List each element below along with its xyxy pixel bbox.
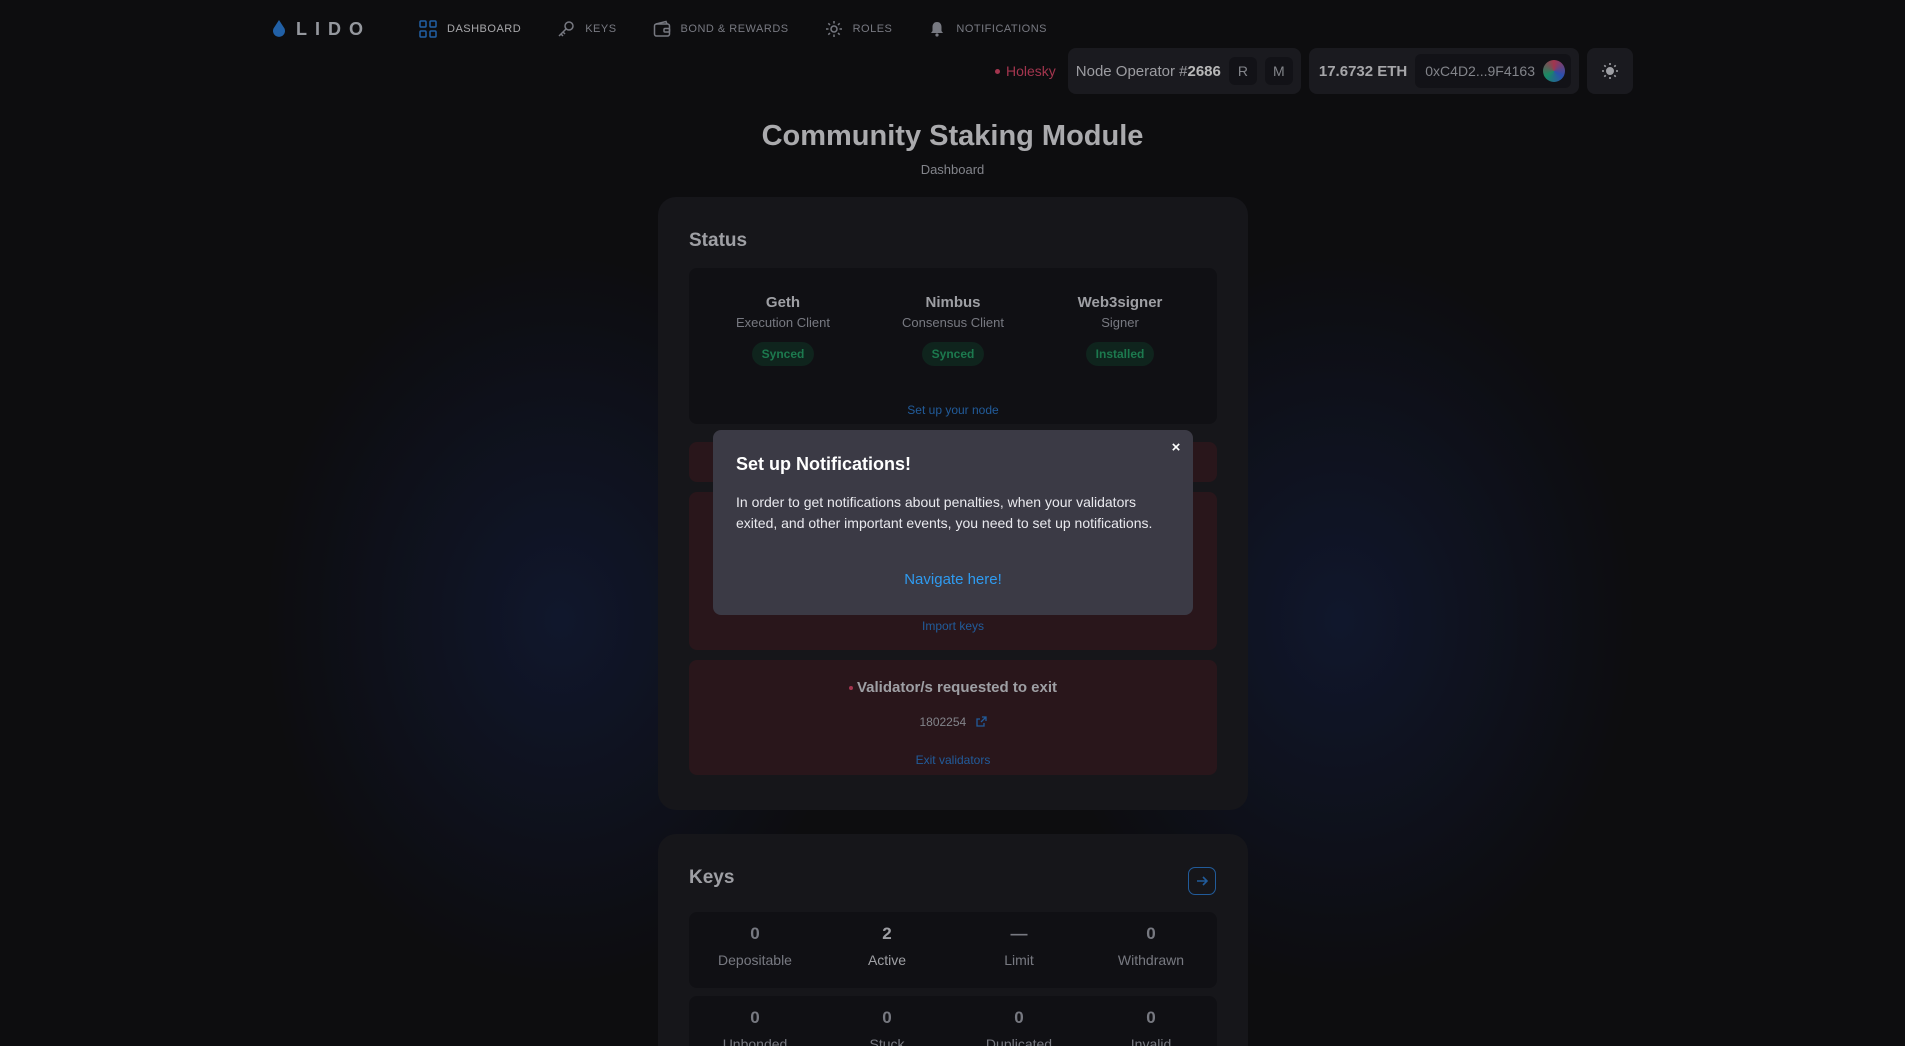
notifications-modal: × Set up Notifications! In order to get … [713,430,1193,615]
modal-body: In order to get notifications about pena… [736,494,1153,531]
page: LIDO DASHBOARD KEYS BOND & REWARDS ROLES… [0,0,1905,1046]
close-icon[interactable]: × [1168,440,1184,456]
navigate-link[interactable]: Navigate here! [713,571,1193,588]
modal-title: Set up Notifications! [736,454,911,474]
